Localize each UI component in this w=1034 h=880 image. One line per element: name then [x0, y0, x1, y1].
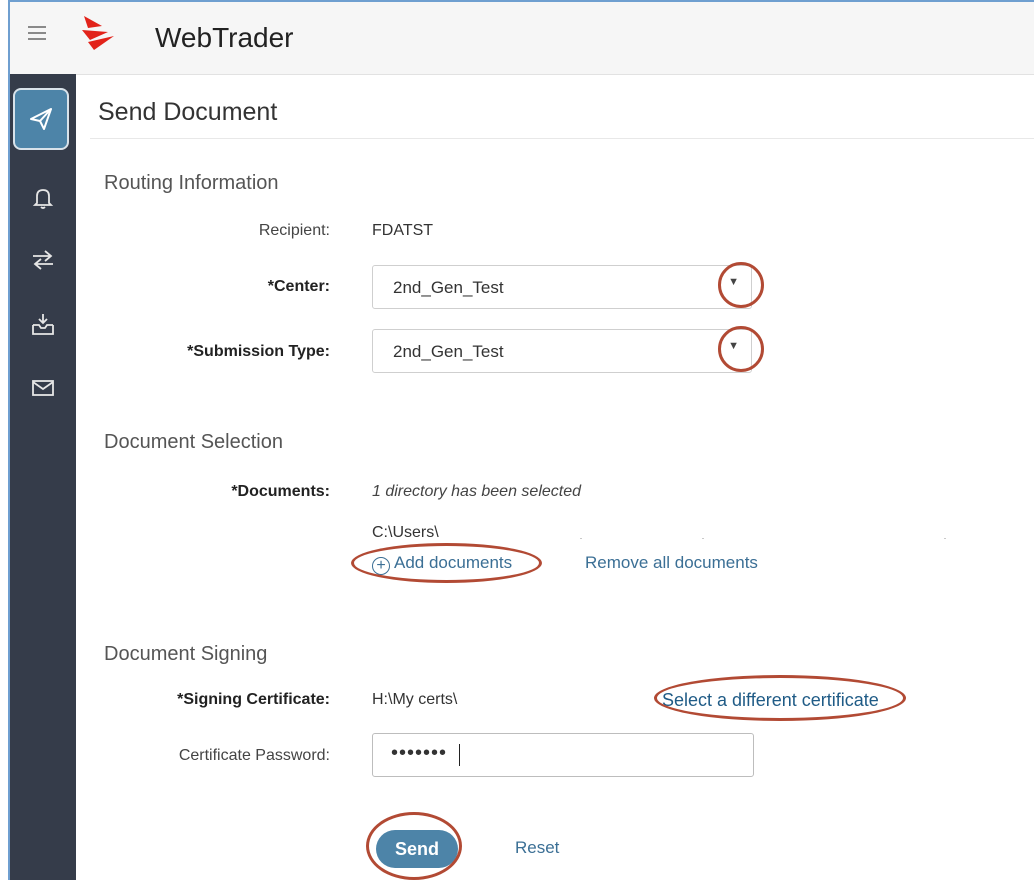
app-title: WebTrader: [155, 22, 294, 53]
recipient-label: Recipient:: [258, 222, 330, 239]
signing-certificate-label: *Signing Certificate:: [177, 691, 330, 708]
documents-label: *Documents:: [231, 483, 330, 500]
reset-link[interactable]: Reset: [515, 838, 559, 858]
certificate-password-input[interactable]: •••••••: [372, 733, 754, 777]
header-bar: WebTrader: [10, 2, 1034, 75]
plus-circle-icon: +: [372, 557, 390, 575]
paper-plane-icon: [30, 108, 52, 130]
select-certificate-link[interactable]: Select a different certificate: [662, 690, 879, 711]
chevron-down-icon[interactable]: ▼: [728, 340, 739, 352]
submission-type-select[interactable]: 2nd_Gen_Test ▼: [372, 329, 752, 373]
sidebar-item-inbox[interactable]: [10, 304, 76, 344]
sidebar-item-send[interactable]: [13, 88, 69, 150]
app-window: WebTrader Send Document Routing Informat…: [8, 0, 1034, 880]
remove-all-documents-link[interactable]: Remove all documents: [585, 553, 758, 573]
divider: [702, 538, 704, 539]
divider: [944, 538, 946, 539]
section-title-documents: Document Selection: [104, 431, 283, 453]
signing-certificate-value: H:\My certs\: [372, 691, 458, 708]
mail-icon: [32, 380, 54, 396]
recipient-value: FDATST: [372, 222, 434, 239]
chevron-down-icon[interactable]: ▼: [728, 276, 739, 288]
send-button[interactable]: Send: [376, 830, 458, 868]
page-title: Send Document: [98, 98, 278, 126]
divider: [90, 138, 1034, 139]
center-select-value: 2nd_Gen_Test: [393, 278, 504, 297]
submission-type-label: *Submission Type:: [187, 343, 330, 360]
certificate-password-label: Certificate Password:: [178, 747, 330, 764]
document-path: C:\Users\: [372, 524, 439, 541]
divider: [580, 538, 582, 539]
sidebar-item-transfers[interactable]: [10, 240, 76, 280]
section-title-routing: Routing Information: [104, 172, 279, 194]
password-mask: •••••••: [391, 742, 448, 764]
submission-type-select-value: 2nd_Gen_Test: [393, 342, 504, 361]
sidebar-item-mail[interactable]: [10, 368, 76, 408]
add-documents-link[interactable]: + Add documents: [372, 553, 512, 575]
center-select[interactable]: 2nd_Gen_Test ▼: [372, 265, 752, 309]
webtrader-logo: [82, 16, 114, 50]
sidebar: [10, 74, 76, 880]
add-documents-label: Add documents: [394, 553, 513, 572]
hamburger-menu-icon[interactable]: [28, 26, 46, 40]
inbox-download-icon: [32, 314, 54, 335]
section-title-signing: Document Signing: [104, 643, 268, 665]
text-cursor: [459, 744, 460, 766]
bell-icon: [32, 189, 54, 209]
documents-status: 1 directory has been selected: [372, 483, 582, 500]
sidebar-item-notifications[interactable]: [10, 178, 76, 218]
transfer-arrows-icon: [33, 250, 53, 270]
center-label: *Center:: [267, 278, 330, 295]
